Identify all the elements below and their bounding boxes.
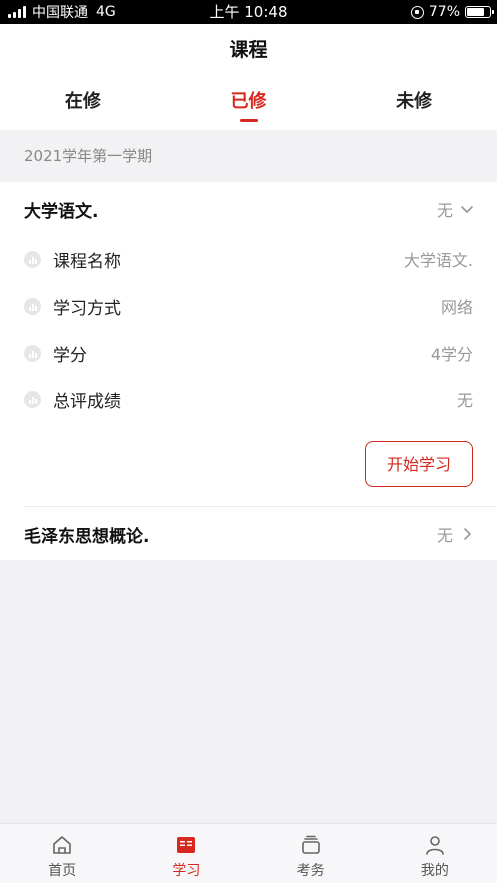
nav-item-exams[interactable]: 考务 xyxy=(249,824,373,883)
nav-item-study[interactable]: 学习 xyxy=(124,824,248,883)
nav-item-profile[interactable]: 我的 xyxy=(373,824,497,883)
stack-icon xyxy=(301,835,320,854)
nav-label: 我的 xyxy=(420,863,449,879)
course-status: 无 xyxy=(436,526,453,545)
course-header-1[interactable]: 大学语文. 无 xyxy=(0,182,497,236)
detail-row-final-grade: 总评成绩 无 xyxy=(0,376,497,422)
page-title: 课程 xyxy=(0,24,497,76)
bottom-nav: 首页 学习 考务 我的 xyxy=(0,823,497,883)
rotation-lock-icon xyxy=(410,5,424,19)
nav-label: 首页 xyxy=(48,863,77,879)
tab-completed[interactable]: 已修 xyxy=(166,76,332,130)
chevron-down-icon[interactable] xyxy=(459,201,475,217)
tab-in-progress[interactable]: 在修 xyxy=(0,76,166,130)
detail-label: 学习方式 xyxy=(53,298,121,319)
course-status: 无 xyxy=(436,201,453,220)
detail-row-credits: 学分 4学分 xyxy=(0,330,497,376)
detail-row-study-mode: 学习方式 网络 xyxy=(0,283,497,329)
nav-item-home[interactable]: 首页 xyxy=(0,824,124,883)
nav-label: 学习 xyxy=(172,863,201,879)
status-bar: 中国联通 4G 上午 10:48 77% xyxy=(0,0,497,24)
course-tabs: 在修 已修 未修 xyxy=(0,76,497,130)
course-list: 大学语文. 无 课程名称 大学语文. 学习方式 网络 学分 4学分 总评成绩 无… xyxy=(0,182,497,560)
bar-chart-icon xyxy=(24,297,41,315)
start-study-button[interactable]: 开始学习 xyxy=(365,441,473,487)
detail-value: 无 xyxy=(456,391,473,410)
bar-chart-icon xyxy=(24,250,41,268)
semester-label: 2021学年第一学期 xyxy=(0,130,497,182)
battery-icon xyxy=(465,6,494,18)
bar-chart-icon xyxy=(24,390,41,408)
detail-value: 大学语文. xyxy=(403,251,473,270)
book-icon xyxy=(177,837,196,853)
detail-label: 课程名称 xyxy=(53,251,121,272)
bar-chart-icon xyxy=(24,344,41,362)
detail-row-course-name: 课程名称 大学语文. xyxy=(0,236,497,282)
detail-value: 网络 xyxy=(440,298,473,317)
tab-not-started[interactable]: 未修 xyxy=(331,76,497,130)
course-header-2[interactable]: 毛泽东思想概论. 无 xyxy=(0,507,497,561)
course-title: 毛泽东思想概论. xyxy=(24,526,150,547)
person-icon xyxy=(426,836,444,855)
nav-label: 考务 xyxy=(296,863,325,879)
course-title: 大学语文. xyxy=(24,201,99,222)
detail-label: 总评成绩 xyxy=(53,391,121,412)
detail-value: 4学分 xyxy=(430,345,473,364)
detail-label: 学分 xyxy=(53,345,87,366)
battery-percent: 77% xyxy=(428,4,460,20)
home-icon xyxy=(53,836,71,854)
chevron-right-icon[interactable] xyxy=(459,526,475,542)
